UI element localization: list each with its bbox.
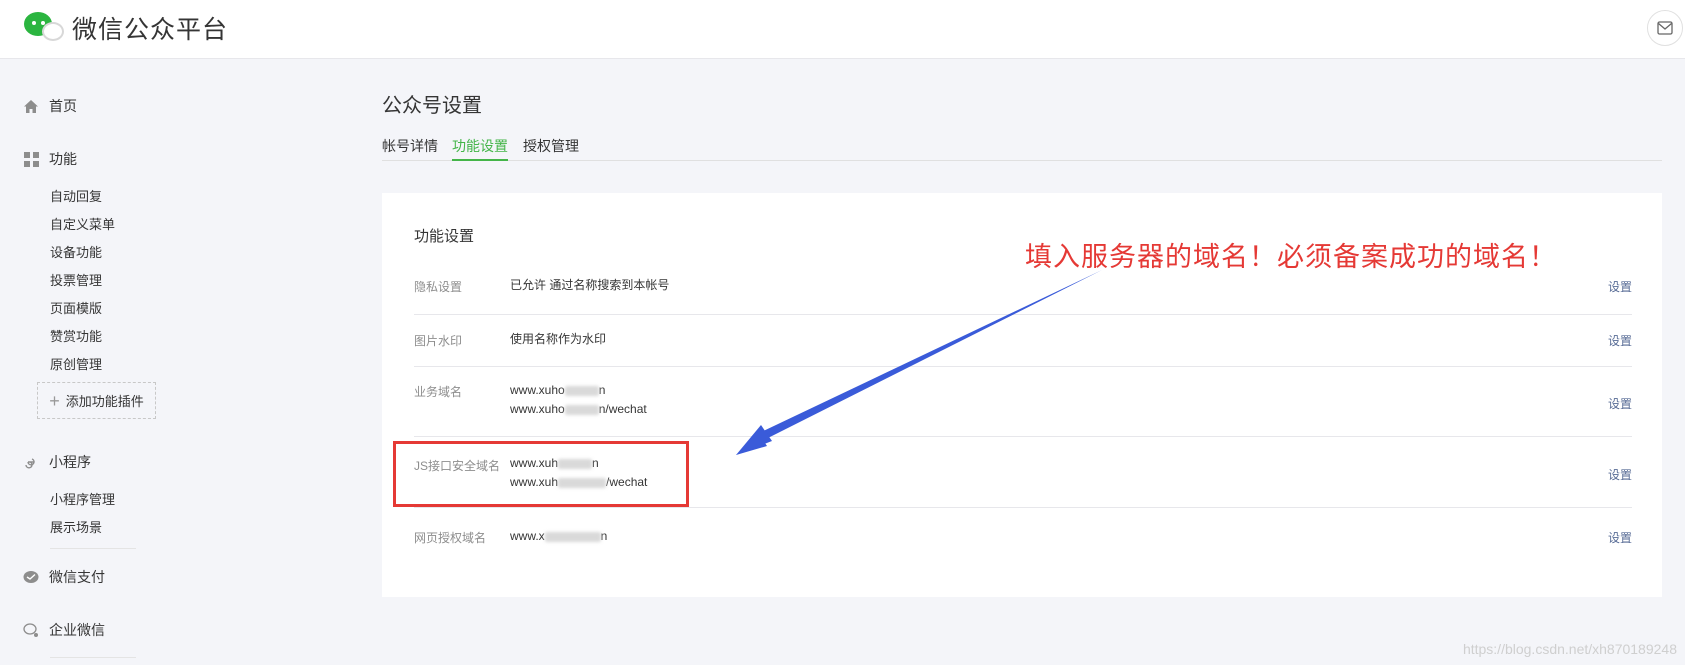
sidebar-item-miniprogram[interactable]: 小程序 — [22, 452, 91, 472]
sidebar-item-page-template[interactable]: 页面模版 — [50, 298, 102, 317]
wechat-pay-icon — [22, 568, 40, 586]
settings-row-watermark: 图片水印 使用名称作为水印 设置 — [414, 315, 1632, 367]
grid-icon — [22, 150, 40, 168]
add-plugin-label: 添加功能插件 — [65, 394, 144, 409]
add-plugin-button[interactable]: + 添加功能插件 — [37, 382, 156, 419]
sidebar-item-original[interactable]: 原创管理 — [50, 354, 102, 373]
sidebar-item-auto-reply[interactable]: 自动回复 — [50, 186, 102, 205]
business-domain-setting-link[interactable]: 设置 — [1608, 395, 1632, 412]
oauth-domain-setting-link[interactable]: 设置 — [1608, 529, 1632, 546]
tab-function-settings[interactable]: 功能设置 — [452, 136, 508, 161]
sidebar-item-home[interactable]: 首页 — [22, 96, 77, 116]
privacy-setting-link[interactable]: 设置 — [1608, 278, 1632, 295]
home-icon — [22, 97, 40, 115]
row-label: 网页授权域名 — [414, 531, 487, 545]
js-domain-setting-link[interactable]: 设置 — [1608, 466, 1632, 483]
settings-row-oauth-domain: 网页授权域名 www.x n 设置 — [414, 508, 1632, 568]
sidebar-item-work-wechat-label: 企业微信 — [49, 622, 105, 638]
sidebar-item-vote[interactable]: 投票管理 — [50, 270, 102, 289]
sidebar-item-wechat-pay[interactable]: 微信支付 — [22, 567, 105, 587]
row-label: 图片水印 — [414, 334, 463, 348]
sidebar: 首页 功能 自动回复 自定义菜单 设备功能 投票管理 页面模版 赞赏功能 原创管… — [0, 59, 300, 665]
row-value: 使用名称作为水印 — [510, 332, 607, 346]
redacted-mask — [544, 531, 601, 542]
work-wechat-icon — [22, 621, 40, 639]
sidebar-item-miniprogram-label: 小程序 — [49, 454, 91, 470]
highlight-box — [393, 441, 689, 507]
row-value: www.xuho n www.xuho n/wechat — [510, 383, 647, 416]
sidebar-item-miniprogram-manage[interactable]: 小程序管理 — [50, 489, 115, 508]
sidebar-item-home-label: 首页 — [49, 98, 77, 114]
redacted-mask — [564, 385, 599, 396]
panel-title: 功能设置 — [414, 228, 475, 245]
sidebar-item-custom-menu[interactable]: 自定义菜单 — [50, 214, 115, 233]
sidebar-divider — [50, 657, 136, 658]
mail-icon[interactable] — [1647, 10, 1683, 46]
wechat-logo-icon — [22, 10, 64, 46]
miniprogram-icon — [22, 453, 40, 471]
sidebar-item-work-wechat[interactable]: 企业微信 — [22, 620, 105, 640]
wechat-logo[interactable]: 微信公众平台 — [22, 10, 228, 46]
tab-account-details[interactable]: 帐号详情 — [382, 136, 438, 161]
sidebar-item-function-label: 功能 — [49, 151, 77, 167]
annotation-text: 填入服务器的域名！必须备案成功的域名！ — [1025, 242, 1557, 272]
settings-row-business-domain: 业务域名 www.xuho n www.xuho n/wechat 设置 — [414, 367, 1632, 437]
watermark-setting-link[interactable]: 设置 — [1608, 332, 1632, 349]
sidebar-item-device[interactable]: 设备功能 — [50, 242, 102, 261]
plus-icon: + — [49, 390, 60, 411]
page-title: 公众号设置 — [382, 95, 482, 117]
settings-tabs: 帐号详情 功能设置 授权管理 — [382, 133, 1662, 161]
row-value: www.x n — [510, 529, 608, 543]
sidebar-divider — [50, 548, 136, 549]
redacted-mask — [564, 404, 599, 415]
tab-authorization[interactable]: 授权管理 — [523, 136, 579, 161]
row-value: 已允许 通过名称搜索到本帐号 — [510, 278, 670, 292]
top-header: 微信公众平台 — [0, 0, 1685, 59]
platform-title: 微信公众平台 — [72, 16, 229, 44]
sidebar-item-function[interactable]: 功能 — [22, 149, 77, 169]
sidebar-item-wechat-pay-label: 微信支付 — [49, 569, 105, 585]
watermark: https://blog.csdn.net/xh870189248 — [1462, 641, 1677, 657]
row-label: 业务域名 — [414, 385, 463, 399]
row-label: 隐私设置 — [414, 280, 463, 294]
sidebar-item-display-scene[interactable]: 展示场景 — [50, 517, 102, 536]
sidebar-item-reward[interactable]: 赞赏功能 — [50, 326, 102, 345]
